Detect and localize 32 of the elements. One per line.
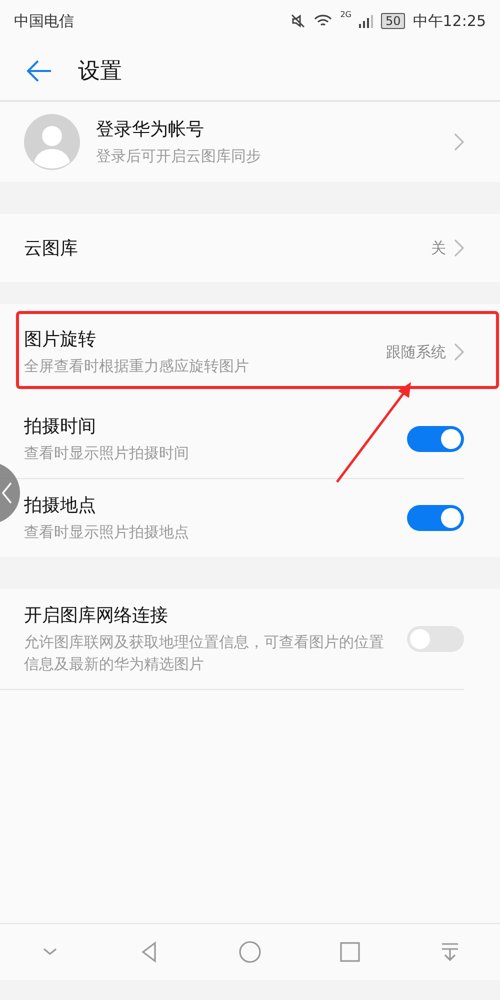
setting-description: 全屏查看时根据重力感应旋转图片 [24,356,250,377]
avatar-icon [24,114,80,170]
home-icon[interactable] [238,940,262,964]
account-description: 登录后可开启云图库同步 [96,146,262,167]
mute-icon [290,13,306,29]
account-title: 登录华为帐号 [96,118,205,141]
setting-title: 拍摄时间 [24,415,97,438]
setting-description: 查看时显示照片拍摄时间 [24,443,190,464]
wifi-icon [314,14,332,28]
setting-title: 图片旋转 [24,328,97,351]
recents-icon[interactable] [338,940,362,964]
setting-value: 跟随系统 [386,342,446,362]
status-time: 中午12:25 [412,12,486,30]
chevron-icon [454,343,464,361]
battery-level: 50 [381,13,405,29]
setting-title: 云图库 [24,237,79,260]
toggle-switch[interactable] [407,505,464,531]
signal-icon [359,14,374,28]
network-type: 2G [340,10,352,19]
page-title: 设置 [78,58,122,86]
back-arrow-icon[interactable] [26,59,52,83]
setting-description: 允许图库联网及获取地理位置信息，可查看图片的位置信息及最新的华为精选图片 [24,632,385,675]
setting-value: 关 [431,238,446,258]
chevron-left-icon [2,482,12,504]
toggle-switch[interactable] [407,426,464,452]
setting-description: 查看时显示照片拍摄地点 [24,522,190,543]
chevron-icon [454,239,464,257]
setting-title: 开启图库网络连接 [24,604,169,627]
carrier-name: 中国电信 [14,12,75,30]
chevron-icon [454,133,464,151]
toggle-switch[interactable] [407,626,464,652]
setting-title: 拍摄地点 [24,494,97,517]
